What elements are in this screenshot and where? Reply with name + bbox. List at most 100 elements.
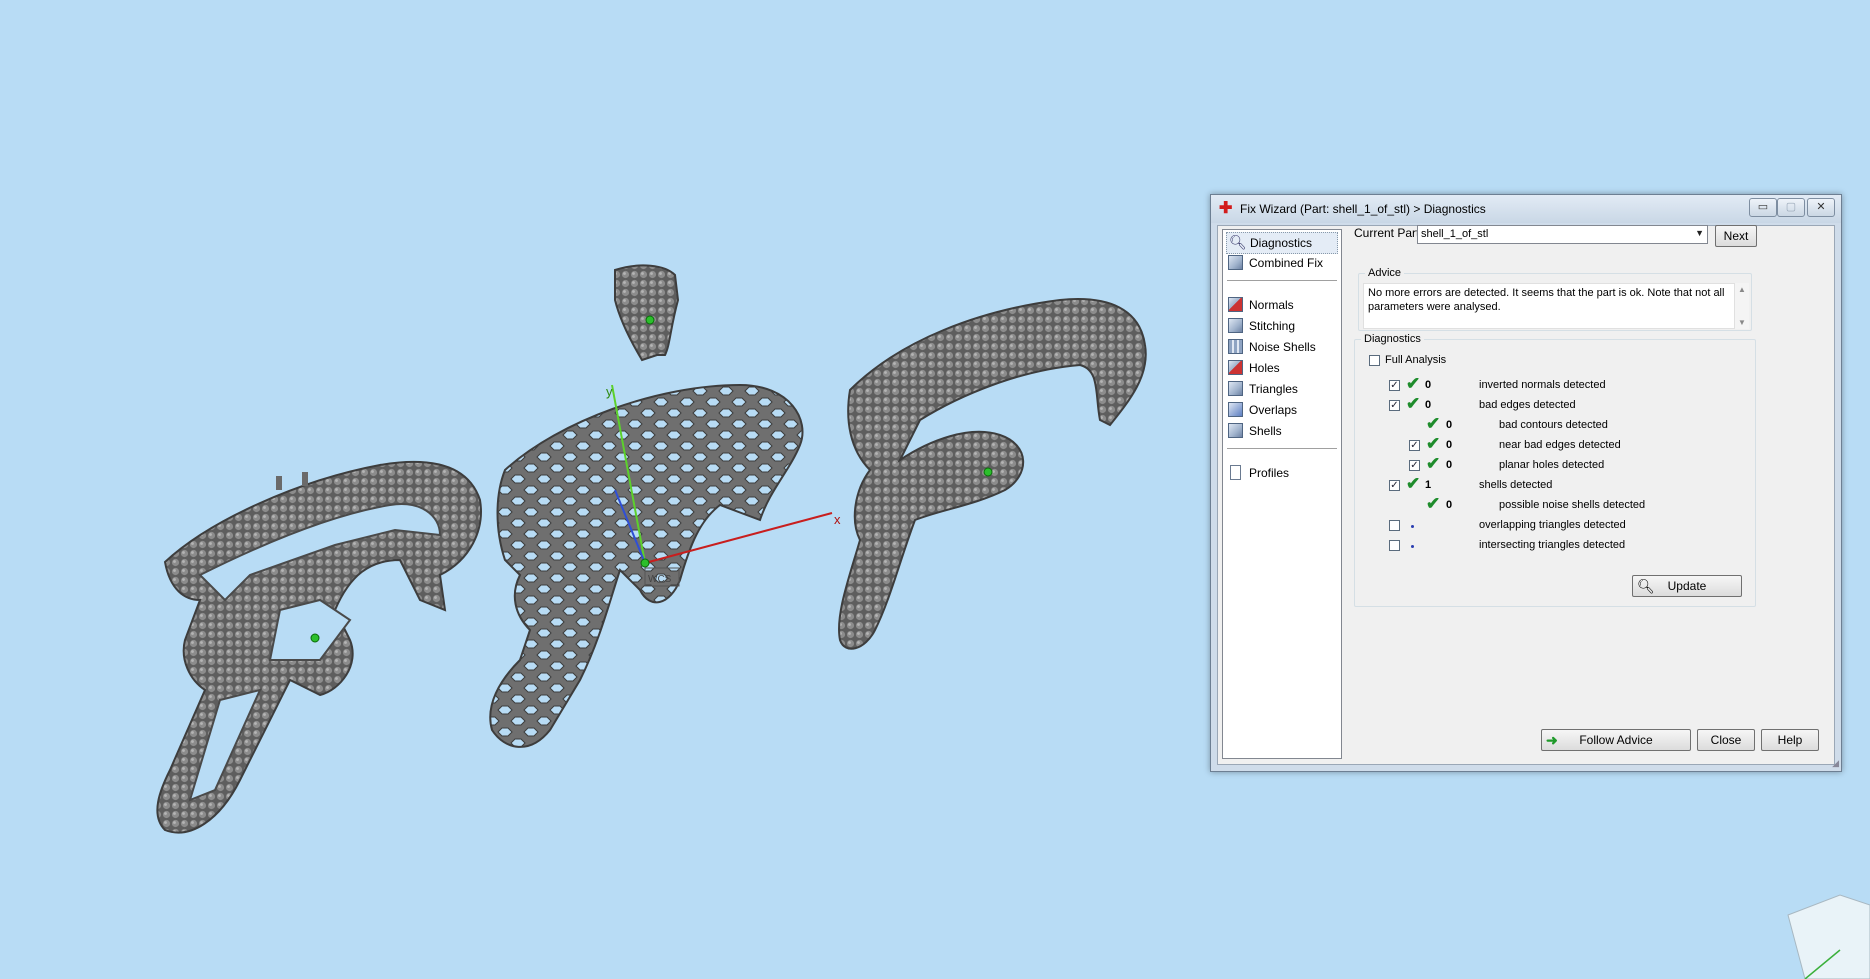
nav-item-label: Triangles <box>1249 382 1298 396</box>
dialog-body: 🔍︎ Diagnostics Combined Fix Normals Stit… <box>1217 225 1835 765</box>
row-label: shells detected <box>1479 479 1553 491</box>
row-label: possible noise shells detected <box>1499 499 1646 511</box>
row-count: 0 <box>1446 419 1453 431</box>
row-count: 0 <box>1446 459 1453 471</box>
pending-dot-icon <box>1411 525 1414 528</box>
nav-item-label: Shells <box>1249 424 1282 438</box>
noise-shells-icon <box>1228 339 1243 354</box>
row-checkbox[interactable]: ✓ <box>1409 440 1420 451</box>
check-mark-icon: ✔ <box>1406 394 1421 413</box>
diagnostics-legend: Diagnostics <box>1364 333 1421 345</box>
next-button[interactable]: Next <box>1715 225 1757 247</box>
current-part-value: shell_1_of_stl <box>1421 228 1489 240</box>
advice-text: No more errors are detected. It seems th… <box>1363 283 1735 329</box>
check-mark-icon: ✔ <box>1426 434 1441 453</box>
nav-item-overlaps[interactable]: Overlaps <box>1226 400 1336 420</box>
holes-cube-icon <box>1228 360 1243 375</box>
follow-advice-button[interactable]: ➜ Follow Advice <box>1541 729 1691 751</box>
nav-item-diagnostics[interactable]: 🔍︎ Diagnostics <box>1226 232 1338 254</box>
nav-item-label: Diagnostics <box>1250 236 1313 250</box>
fix-wizard-dialog: ✚ Fix Wizard (Part: shell_1_of_stl) > Di… <box>1210 194 1842 772</box>
document-icon <box>1230 465 1241 480</box>
nav-item-label: Overlaps <box>1249 403 1298 417</box>
full-analysis-label: Full Analysis <box>1385 354 1447 366</box>
normals-cube-icon <box>1228 297 1243 312</box>
nav-item-shells[interactable]: Shells <box>1226 421 1336 441</box>
shells-cube-icon <box>1228 423 1243 438</box>
nav-item-combined-fix[interactable]: Combined Fix <box>1226 253 1336 273</box>
nav-item-label: Stitching <box>1249 319 1296 333</box>
row-label: near bad edges detected <box>1499 439 1621 451</box>
check-mark-icon: ✔ <box>1406 374 1421 393</box>
row-checkbox[interactable] <box>1389 540 1400 551</box>
nav-divider <box>1227 280 1337 281</box>
row-checkbox[interactable]: ✓ <box>1389 480 1400 491</box>
row-label: intersecting triangles detected <box>1479 539 1626 551</box>
nav-item-profiles[interactable]: Profiles <box>1226 463 1336 483</box>
scroll-down-icon[interactable]: ▼ <box>1738 318 1746 327</box>
help-button[interactable]: Help <box>1761 729 1819 751</box>
row-label: bad edges detected <box>1479 399 1576 411</box>
row-label: planar holes detected <box>1499 459 1605 471</box>
view-cube[interactable] <box>1787 894 1870 979</box>
close-button[interactable]: Close <box>1697 729 1755 751</box>
row-label: inverted normals detected <box>1479 379 1606 391</box>
nav-item-noise-shells[interactable]: Noise Shells <box>1226 337 1336 357</box>
red-cross-icon: ✚ <box>1219 200 1233 217</box>
magnifier-icon: 🔍︎ <box>1229 234 1247 250</box>
triangles-cube-icon <box>1228 381 1243 396</box>
check-mark-icon: ✔ <box>1426 414 1441 433</box>
cube-icon <box>1228 255 1243 270</box>
nav-item-label: Holes <box>1249 361 1280 375</box>
row-count: 1 <box>1425 479 1432 491</box>
check-mark-icon: ✔ <box>1406 474 1421 493</box>
honeycomb-part[interactable] <box>489 264 804 748</box>
dialog-title: Fix Wizard (Part: shell_1_of_stl) > Diag… <box>1240 202 1486 216</box>
row-label: bad contours detected <box>1499 419 1608 431</box>
nav-divider <box>1227 448 1337 449</box>
nav-item-label: Normals <box>1249 298 1294 312</box>
chevron-down-icon: ▼ <box>1695 228 1704 238</box>
current-part-label: Current Part: <box>1354 226 1423 240</box>
wcs-label: WCS <box>648 574 672 585</box>
nav-item-label: Noise Shells <box>1249 340 1316 354</box>
wizard-nav: 🔍︎ Diagnostics Combined Fix Normals Stit… <box>1222 229 1342 759</box>
stitching-cube-icon <box>1228 318 1243 333</box>
minimize-button[interactable]: ▭ <box>1749 198 1777 217</box>
full-analysis-checkbox[interactable] <box>1369 355 1380 366</box>
window-close-button[interactable]: ✕ <box>1807 198 1835 217</box>
row-checkbox[interactable] <box>1389 520 1400 531</box>
green-arrow-icon: ➜ <box>1546 732 1558 748</box>
overlaps-cube-icon <box>1228 402 1243 417</box>
check-mark-icon: ✔ <box>1426 454 1441 473</box>
advice-group: Advice No more errors are detected. It s… <box>1358 267 1752 331</box>
row-count: 0 <box>1425 379 1432 391</box>
row-label: overlapping triangles detected <box>1479 519 1626 531</box>
magnifier-icon: 🔍︎ <box>1637 578 1655 594</box>
advice-scrollbar[interactable]: ▲ ▼ <box>1735 283 1749 329</box>
frame-part[interactable] <box>156 461 482 834</box>
update-label: Update <box>1667 579 1707 593</box>
beaded-part[interactable] <box>838 298 1147 650</box>
current-part-select[interactable]: shell_1_of_stl ▼ <box>1417 225 1708 244</box>
row-count: 0 <box>1446 499 1453 511</box>
row-count: 0 <box>1425 399 1432 411</box>
diagnostics-group: Diagnostics Full Analysis ✓ ✔ 0 inverted… <box>1354 333 1756 607</box>
resize-grip-icon[interactable]: ◢ <box>1832 758 1839 769</box>
follow-advice-label: Follow Advice <box>1579 733 1653 747</box>
scroll-up-icon[interactable]: ▲ <box>1738 285 1746 294</box>
pending-dot-icon <box>1411 545 1414 548</box>
row-checkbox[interactable]: ✓ <box>1409 460 1420 471</box>
row-checkbox[interactable]: ✓ <box>1389 400 1400 411</box>
advice-legend: Advice <box>1368 267 1402 279</box>
check-mark-icon: ✔ <box>1426 494 1441 513</box>
nav-item-triangles[interactable]: Triangles <box>1226 379 1336 399</box>
dialog-titlebar[interactable]: ✚ Fix Wizard (Part: shell_1_of_stl) > Di… <box>1211 195 1841 223</box>
update-button[interactable]: 🔍︎ Update <box>1632 575 1742 597</box>
nav-item-stitching[interactable]: Stitching <box>1226 316 1336 336</box>
row-checkbox[interactable]: ✓ <box>1389 380 1400 391</box>
maximize-button[interactable]: ▢ <box>1777 198 1805 217</box>
nav-item-holes[interactable]: Holes <box>1226 358 1336 378</box>
nav-item-normals[interactable]: Normals <box>1226 295 1336 315</box>
axis-x-label: x <box>834 512 841 527</box>
